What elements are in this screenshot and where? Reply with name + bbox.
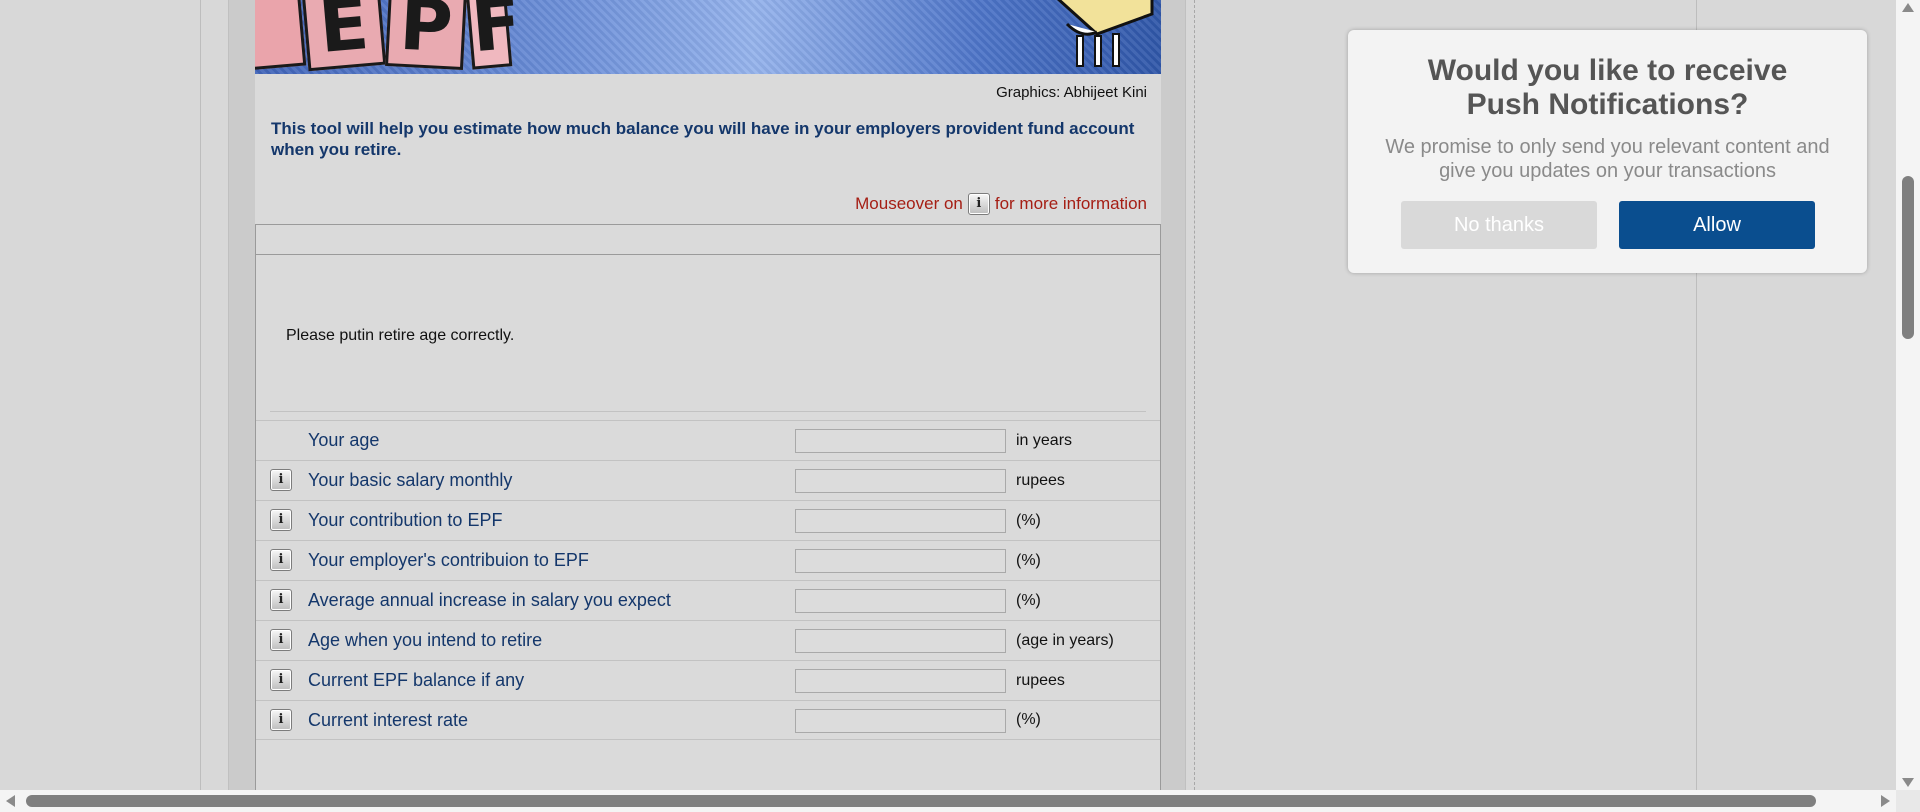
age-input[interactable] <box>795 429 1006 453</box>
current-balance-input[interactable] <box>795 669 1006 693</box>
push-notification-dialog: Would you like to receive Push Notificat… <box>1348 30 1867 273</box>
retire-age-input[interactable] <box>795 629 1006 653</box>
form-header-bar <box>256 225 1160 255</box>
scroll-left-icon[interactable] <box>6 795 15 807</box>
error-message: Please putin retire age correctly. <box>286 327 515 344</box>
row-salary-increase: i Average annual increase in salary you … <box>256 580 1160 620</box>
row-label: Current interest rate <box>308 709 469 730</box>
epf-form: Please putin retire age correctly. Your … <box>255 224 1161 790</box>
no-thanks-button[interactable]: No thanks <box>1401 201 1597 249</box>
horizontal-scroll-thumb[interactable] <box>26 795 1816 807</box>
graphics-credit: Graphics: Abhijeet Kini <box>996 84 1147 101</box>
row-label: Current EPF balance if any <box>308 670 525 690</box>
your-contribution-input[interactable] <box>795 509 1006 533</box>
row-unit: rupees <box>1016 671 1065 689</box>
calculator-content: E P F Graphics: Abhijeet Kini This tool … <box>255 0 1161 790</box>
row-unit: in years <box>1016 431 1073 449</box>
info-icon[interactable]: i <box>270 469 292 491</box>
main-column: E P F Graphics: Abhijeet Kini This tool … <box>228 0 1186 790</box>
info-icon: i <box>967 193 990 215</box>
banner-letter: E <box>301 0 387 72</box>
push-buttons: No thanks Allow <box>1401 201 1815 249</box>
epf-banner-image: E P F <box>255 0 1161 74</box>
input-rows: Your age in years i Your basic salary mo… <box>256 420 1160 740</box>
row-label: Age when you intend to retire <box>308 630 543 650</box>
row-label: Your contribution to EPF <box>308 510 503 530</box>
vertical-scroll-thumb[interactable] <box>1902 176 1914 339</box>
row-age: Your age in years <box>256 420 1160 460</box>
row-unit: (age in years) <box>1016 631 1114 649</box>
row-unit: (%) <box>1016 551 1041 569</box>
salary-increase-input[interactable] <box>795 589 1006 613</box>
banner-letter: F <box>465 0 524 70</box>
row-employer-contribution: i Your employer's contribuion to EPF (%) <box>256 540 1160 580</box>
info-icon[interactable]: i <box>270 709 292 731</box>
row-basic-salary: i Your basic salary monthly rupees <box>256 460 1160 500</box>
divider <box>270 411 1146 412</box>
row-unit: (%) <box>1016 591 1041 609</box>
banner-letter: P <box>385 0 467 70</box>
push-message: We promise to only send you relevant con… <box>1385 136 1830 182</box>
vertical-scrollbar[interactable] <box>1896 0 1920 790</box>
info-icon[interactable]: i <box>270 549 292 571</box>
employer-contribution-input[interactable] <box>795 549 1006 573</box>
push-title: Would you like to receive Push Notificat… <box>1427 54 1788 121</box>
scrollbar-corner <box>1896 790 1920 812</box>
row-unit: rupees <box>1016 471 1065 489</box>
column-divider <box>1194 0 1195 790</box>
basic-salary-input[interactable] <box>795 469 1006 493</box>
info-icon[interactable]: i <box>270 589 292 611</box>
info-icon[interactable]: i <box>270 629 292 651</box>
row-label: Average annual increase in salary you ex… <box>308 590 671 610</box>
row-retire-age: i Age when you intend to retire (age in … <box>256 620 1160 660</box>
row-label: Your employer's contribuion to EPF <box>308 550 589 570</box>
row-interest-rate: i Current interest rate (%) <box>256 700 1160 740</box>
info-icon[interactable]: i <box>270 509 292 531</box>
row-current-balance: i Current EPF balance if any rupees <box>256 660 1160 700</box>
row-label: Your basic salary monthly <box>308 470 513 490</box>
scroll-right-icon[interactable] <box>1881 795 1890 807</box>
scroll-down-icon[interactable] <box>1902 778 1914 787</box>
info-icon[interactable]: i <box>270 669 292 691</box>
scroll-up-icon[interactable] <box>1902 3 1914 12</box>
banner-letter <box>255 0 307 71</box>
hint-text-before: Mouseover on <box>855 194 963 213</box>
horizontal-scrollbar[interactable] <box>0 790 1896 812</box>
banner-sign-illustration <box>1056 0 1154 67</box>
row-label: Your age <box>308 430 380 450</box>
mouseover-hint: Mouseover on i for more information <box>855 193 1147 215</box>
row-unit: (%) <box>1016 511 1041 529</box>
hint-text-after: for more information <box>994 194 1147 213</box>
intro-text: This tool will help you estimate how muc… <box>271 119 1135 159</box>
allow-button[interactable]: Allow <box>1619 201 1815 249</box>
row-your-contribution: i Your contribution to EPF (%) <box>256 500 1160 540</box>
page-border-left <box>200 0 201 790</box>
row-unit: (%) <box>1016 711 1041 728</box>
interest-rate-input[interactable] <box>795 709 1006 733</box>
